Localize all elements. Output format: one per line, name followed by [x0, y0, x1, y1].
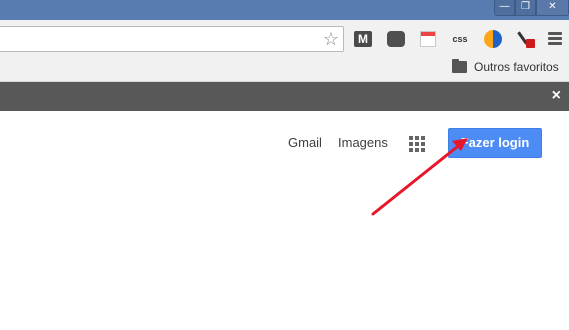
- calendar-icon[interactable]: [417, 28, 439, 50]
- close-icon[interactable]: ×: [552, 87, 561, 105]
- address-bar[interactable]: ☆: [0, 26, 344, 52]
- css-extension-label: css: [452, 34, 468, 44]
- folder-icon: [452, 59, 467, 73]
- browser-toolbar: ☆ M css: [0, 20, 569, 56]
- sign-in-button[interactable]: Fazer login: [448, 128, 542, 158]
- gmail-link[interactable]: Gmail: [288, 135, 322, 150]
- notification-bar: ×: [0, 82, 569, 111]
- maximize-button[interactable]: ❐: [515, 0, 536, 16]
- close-window-button[interactable]: ✕: [536, 0, 569, 16]
- star-icon[interactable]: ☆: [323, 29, 339, 49]
- globe-icon[interactable]: [482, 28, 504, 50]
- css-icon[interactable]: css: [449, 28, 471, 50]
- apps-grid-icon[interactable]: [409, 136, 425, 152]
- other-bookmarks-label: Outros favoritos: [474, 60, 559, 74]
- m-extension-label: M: [354, 31, 372, 47]
- window-titlebar: — ❐ ✕: [0, 0, 569, 20]
- eyedropper-icon[interactable]: [515, 28, 537, 50]
- m-extension-icon[interactable]: M: [352, 28, 374, 50]
- menu-icon[interactable]: [548, 32, 562, 47]
- minimize-button[interactable]: —: [494, 0, 515, 16]
- other-bookmarks-folder[interactable]: Outros favoritos: [452, 59, 559, 74]
- bookmarks-bar: Outros favoritos: [0, 56, 569, 82]
- images-link[interactable]: Imagens: [338, 135, 388, 150]
- pocket-icon[interactable]: [385, 28, 407, 50]
